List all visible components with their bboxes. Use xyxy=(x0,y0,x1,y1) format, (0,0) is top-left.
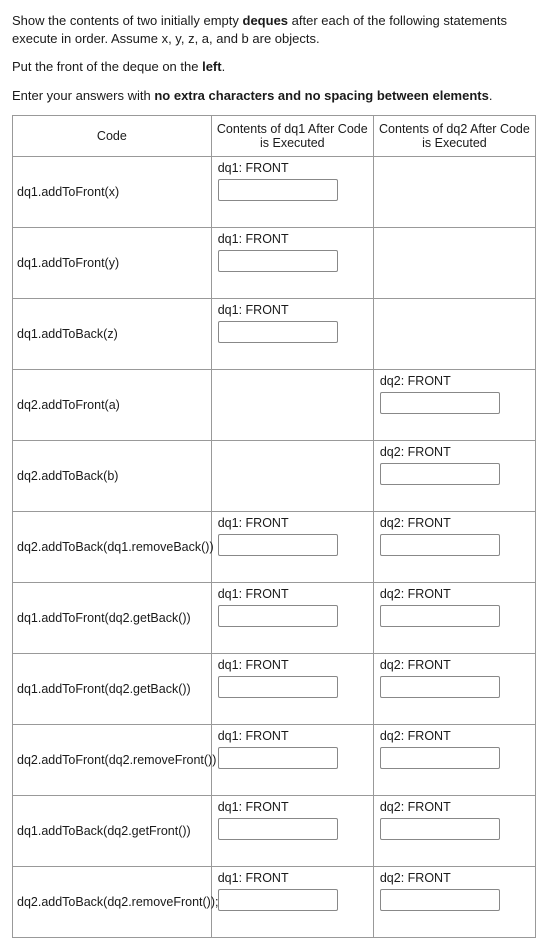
dq1-cell xyxy=(211,369,373,440)
dq2-label: dq2: FRONT xyxy=(380,374,529,388)
intro-line-3: Enter your answers with no extra charact… xyxy=(12,87,536,105)
table-row: dq1.addToFront(dq2.getBack()) dq1: FRONT d… xyxy=(13,582,536,653)
dq2-cell: dq2: FRONT xyxy=(373,795,535,866)
dq1-label: dq1: FRONT xyxy=(218,232,367,246)
table-row: dq2.addToFront(dq2.removeFront()) dq1: FR… xyxy=(13,724,536,795)
code-cell: dq1.addToFront(y) xyxy=(13,227,212,298)
table-row: dq2.addToBack(dq2.removeFront()); dq1: FR… xyxy=(13,866,536,937)
dq2-label: dq2: FRONT xyxy=(380,445,529,459)
text: Put the front of the deque on the xyxy=(12,59,202,74)
dq1-input[interactable] xyxy=(218,321,338,343)
dq2-cell: dq2: FRONT xyxy=(373,866,535,937)
code-cell: dq1.addToBack(z) xyxy=(13,298,212,369)
header-dq2: Contents of dq2 After Code is Executed xyxy=(373,115,535,156)
dq2-input[interactable] xyxy=(380,392,500,414)
dq1-cell: dq1: FRONT xyxy=(211,653,373,724)
dq2-input[interactable] xyxy=(380,889,500,911)
text: . xyxy=(489,88,493,103)
dq2-label: dq2: FRONT xyxy=(380,587,529,601)
dq1-label: dq1: FRONT xyxy=(218,871,367,885)
dq1-label: dq1: FRONT xyxy=(218,161,367,175)
dq1-input[interactable] xyxy=(218,534,338,556)
dq2-input[interactable] xyxy=(380,676,500,698)
dq1-input[interactable] xyxy=(218,818,338,840)
dq2-input[interactable] xyxy=(380,463,500,485)
dq1-input[interactable] xyxy=(218,676,338,698)
intro-line-1: Show the contents of two initially empty… xyxy=(12,12,536,48)
dq2-input[interactable] xyxy=(380,747,500,769)
header-code: Code xyxy=(13,115,212,156)
deque-table: Code Contents of dq1 After Code is Execu… xyxy=(12,115,536,938)
dq2-cell: dq2: FRONT xyxy=(373,511,535,582)
code-cell: dq1.addToFront(dq2.getBack()) xyxy=(13,582,212,653)
code-cell: dq2.addToFront(dq2.removeFront()) xyxy=(13,724,212,795)
dq2-label: dq2: FRONT xyxy=(380,800,529,814)
table-row: dq1.addToFront(x) dq1: FRONT xyxy=(13,156,536,227)
text: Show the contents of two initially empty xyxy=(12,13,243,28)
dq2-input[interactable] xyxy=(380,534,500,556)
code-cell: dq2.addToBack(b) xyxy=(13,440,212,511)
code-cell: dq2.addToBack(dq1.removeBack()) xyxy=(13,511,212,582)
dq1-input[interactable] xyxy=(218,747,338,769)
dq2-cell: dq2: FRONT xyxy=(373,440,535,511)
dq2-label: dq2: FRONT xyxy=(380,871,529,885)
dq1-input[interactable] xyxy=(218,250,338,272)
dq2-cell xyxy=(373,227,535,298)
table-row: dq1.addToBack(z) dq1: FRONT xyxy=(13,298,536,369)
table-row: dq1.addToBack(dq2.getFront()) dq1: FRONT d… xyxy=(13,795,536,866)
dq2-cell: dq2: FRONT xyxy=(373,369,535,440)
dq2-input[interactable] xyxy=(380,605,500,627)
dq2-cell: dq2: FRONT xyxy=(373,582,535,653)
dq1-input[interactable] xyxy=(218,605,338,627)
dq1-label: dq1: FRONT xyxy=(218,729,367,743)
dq1-cell: dq1: FRONT xyxy=(211,866,373,937)
dq1-label: dq1: FRONT xyxy=(218,516,367,530)
dq1-cell: dq1: FRONT xyxy=(211,795,373,866)
table-row: dq2.addToFront(a) dq2: FRONT xyxy=(13,369,536,440)
dq1-input[interactable] xyxy=(218,179,338,201)
code-cell: dq2.addToBack(dq2.removeFront()); xyxy=(13,866,212,937)
dq1-cell: dq1: FRONT xyxy=(211,298,373,369)
dq1-input[interactable] xyxy=(218,889,338,911)
dq2-label: dq2: FRONT xyxy=(380,516,529,530)
dq1-label: dq1: FRONT xyxy=(218,587,367,601)
table-row: dq2.addToBack(b) dq2: FRONT xyxy=(13,440,536,511)
dq1-cell: dq1: FRONT xyxy=(211,156,373,227)
dq1-cell: dq1: FRONT xyxy=(211,724,373,795)
dq2-cell xyxy=(373,156,535,227)
text: Enter your answers with xyxy=(12,88,154,103)
dq2-label: dq2: FRONT xyxy=(380,658,529,672)
text-bold: deques xyxy=(243,13,289,28)
table-row: dq1.addToFront(dq2.getBack()) dq1: FRONT d… xyxy=(13,653,536,724)
dq1-label: dq1: FRONT xyxy=(218,800,367,814)
dq1-label: dq1: FRONT xyxy=(218,303,367,317)
code-cell: dq2.addToFront(a) xyxy=(13,369,212,440)
dq1-cell: dq1: FRONT xyxy=(211,511,373,582)
code-cell: dq1.addToFront(dq2.getBack()) xyxy=(13,653,212,724)
dq1-cell: dq1: FRONT xyxy=(211,582,373,653)
dq1-label: dq1: FRONT xyxy=(218,658,367,672)
dq1-cell xyxy=(211,440,373,511)
table-row: dq2.addToBack(dq1.removeBack()) dq1: FRON… xyxy=(13,511,536,582)
table-row: dq1.addToFront(y) dq1: FRONT xyxy=(13,227,536,298)
text-bold: no extra characters and no spacing betwe… xyxy=(154,88,489,103)
dq2-cell: dq2: FRONT xyxy=(373,653,535,724)
dq2-input[interactable] xyxy=(380,818,500,840)
dq2-label: dq2: FRONT xyxy=(380,729,529,743)
text-bold: left xyxy=(202,59,222,74)
code-cell: dq1.addToBack(dq2.getFront()) xyxy=(13,795,212,866)
header-dq1: Contents of dq1 After Code is Executed xyxy=(211,115,373,156)
dq1-cell: dq1: FRONT xyxy=(211,227,373,298)
dq2-cell xyxy=(373,298,535,369)
dq2-cell: dq2: FRONT xyxy=(373,724,535,795)
intro-line-2: Put the front of the deque on the left. xyxy=(12,58,536,76)
code-cell: dq1.addToFront(x) xyxy=(13,156,212,227)
text: . xyxy=(222,59,226,74)
